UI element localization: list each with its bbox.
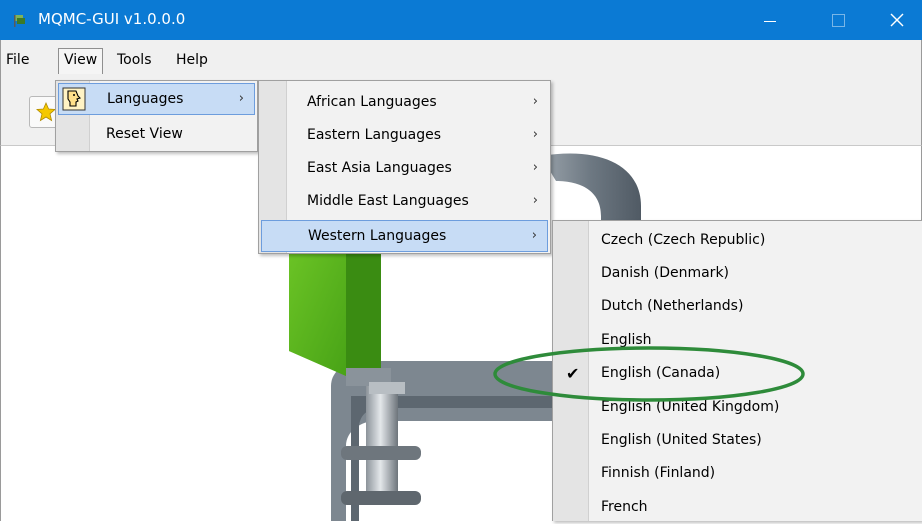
chevron-right-icon: ›	[532, 127, 538, 142]
menu-item-english-uk[interactable]: English (United Kingdom)	[555, 392, 920, 424]
minimize-button[interactable]	[744, 0, 796, 40]
menu-item-label: French	[601, 499, 648, 515]
chevron-right-icon: ›	[532, 94, 538, 109]
chevron-right-icon: ›	[532, 193, 538, 208]
menu-item-label: Middle East Languages	[307, 193, 469, 209]
menu-item-czech[interactable]: Czech (Czech Republic)	[555, 225, 920, 257]
menu-item-label: African Languages	[307, 94, 437, 110]
menu-item-label: English (United Kingdom)	[601, 399, 780, 415]
menu-view[interactable]: View	[58, 48, 104, 74]
menu-item-label: English	[601, 332, 652, 348]
menu-item-label: East Asia Languages	[307, 160, 452, 176]
menu-item-languages[interactable]: Languages ›	[58, 83, 255, 115]
menu-item-western-languages[interactable]: Western Languages ›	[261, 220, 548, 252]
app-flag-icon	[14, 15, 25, 27]
chevron-right-icon: ›	[531, 228, 537, 243]
menu-item-label: Finnish (Finland)	[601, 465, 716, 481]
menu-item-label: Czech (Czech Republic)	[601, 232, 766, 248]
menu-item-eastern-languages[interactable]: Eastern Languages ›	[261, 120, 548, 152]
menu-item-finnish[interactable]: Finnish (Finland)	[555, 458, 920, 490]
menu-help[interactable]: Help	[171, 51, 213, 73]
languages-submenu: African Languages › Eastern Languages › …	[258, 80, 551, 254]
menu-item-english-canada[interactable]: ✔ English (Canada)	[555, 358, 920, 390]
menu-item-reset-view[interactable]: Reset View	[58, 119, 255, 151]
close-button[interactable]	[870, 0, 922, 40]
menu-item-label: Languages	[107, 91, 184, 107]
menu-item-label: Western Languages	[308, 228, 447, 244]
window-title: MQMC-GUI v1.0.0.0	[38, 10, 186, 28]
chevron-right-icon: ›	[238, 91, 244, 106]
face-profile-icon	[62, 87, 86, 111]
checkmark-icon: ✔	[566, 364, 580, 383]
menu-item-label: Danish (Denmark)	[601, 265, 730, 281]
menu-tools[interactable]: Tools	[112, 51, 157, 73]
chevron-right-icon: ›	[532, 160, 538, 175]
menu-item-french[interactable]: French	[555, 492, 920, 524]
menu-item-english-us[interactable]: English (United States)	[555, 425, 920, 457]
menu-bar: File View Tools Help	[0, 40, 922, 74]
star-icon	[36, 102, 56, 122]
menu-item-dutch[interactable]: Dutch (Netherlands)	[555, 291, 920, 323]
menu-item-label: Reset View	[106, 126, 183, 142]
menu-item-middle-east-languages[interactable]: Middle East Languages ›	[261, 186, 548, 218]
menu-item-label: English (Canada)	[601, 365, 721, 381]
title-bar: MQMC-GUI v1.0.0.0	[0, 0, 922, 40]
menu-item-danish[interactable]: Danish (Denmark)	[555, 258, 920, 290]
menu-item-label: Eastern Languages	[307, 127, 442, 143]
close-icon	[890, 13, 904, 27]
western-languages-submenu: Czech (Czech Republic) Danish (Denmark) …	[552, 220, 922, 521]
menu-file[interactable]: File	[1, 51, 34, 73]
maximize-button[interactable]	[812, 0, 864, 40]
view-dropdown-menu: Languages › Reset View	[55, 80, 258, 152]
menu-item-african-languages[interactable]: African Languages ›	[261, 87, 548, 119]
menu-item-english[interactable]: English	[555, 325, 920, 357]
menu-item-label: English (United States)	[601, 432, 762, 448]
menu-item-label: Dutch (Netherlands)	[601, 298, 744, 314]
menu-item-east-asia-languages[interactable]: East Asia Languages ›	[261, 153, 548, 185]
